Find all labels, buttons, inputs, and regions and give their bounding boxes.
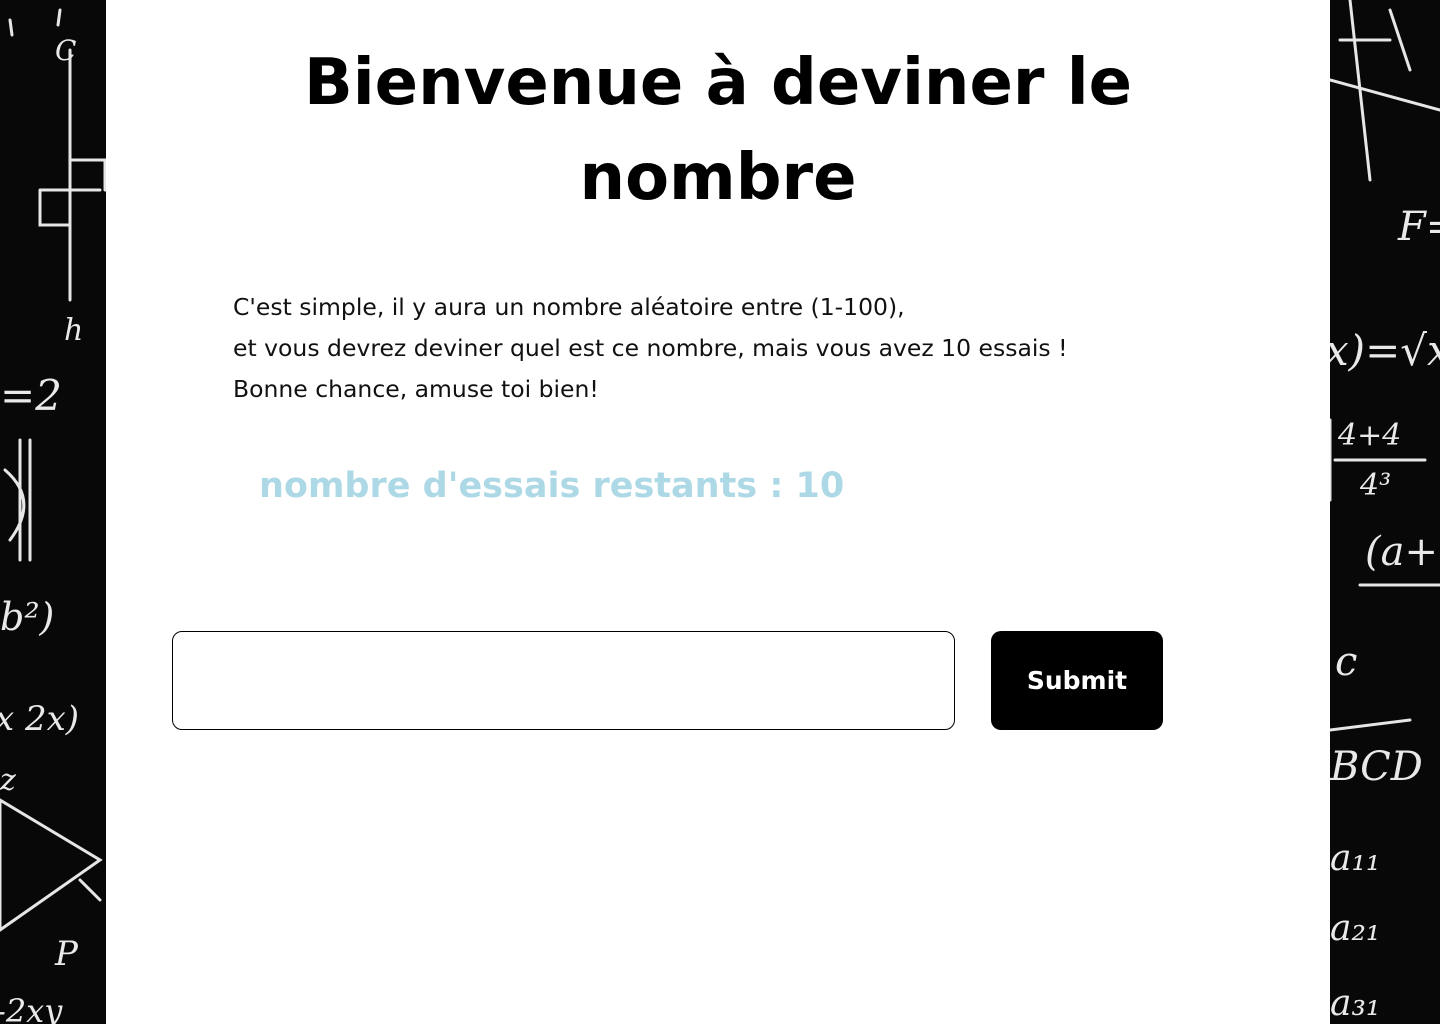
left-formula: x 2x)	[0, 699, 79, 739]
left-formula: C	[55, 34, 76, 67]
right-formula: a₁₁	[1330, 838, 1380, 879]
left-formula: h	[64, 313, 83, 348]
right-formula: c	[1335, 639, 1357, 685]
submit-button[interactable]: Submit	[991, 631, 1163, 730]
page-title-line: Bienvenue à deviner le	[303, 46, 1133, 120]
page-title-line: nombre	[579, 141, 857, 215]
left-formula: b²)	[0, 595, 54, 639]
remaining-attempts-label: nombre d'essais restants : 10	[259, 466, 845, 506]
left-formula: z	[0, 763, 16, 798]
right-formula: x)=√x	[1330, 326, 1440, 375]
game-panel: Bienvenue à deviner le nombre C'est simp…	[106, 0, 1330, 1024]
guess-input[interactable]	[172, 631, 955, 730]
left-formula: -2xy	[0, 992, 63, 1024]
chalkboard-left-decoration: C h =2 b²) x 2x) z P -2xy	[0, 0, 106, 1024]
right-formula: a₂₁	[1330, 908, 1380, 949]
left-formula: =2	[0, 371, 62, 420]
instructions-line: Bonne chance, amuse toi bien!	[233, 375, 599, 403]
left-formula: P	[54, 934, 79, 974]
page-title: Bienvenue à deviner le nombre	[106, 36, 1330, 226]
right-formula: 4+4	[1337, 418, 1401, 453]
instructions-line: et vous devrez deviner quel est ce nombr…	[233, 334, 1068, 362]
right-formula: a₃₁	[1330, 983, 1380, 1024]
chalkboard-right-decoration: F= x)=√x 4+4 4³ (a+ c BCD a₁₁ a₂₁ a₃₁	[1330, 0, 1440, 1024]
right-formula: 4³	[1359, 468, 1391, 503]
right-formula: BCD	[1330, 744, 1423, 790]
game-instructions: C'est simple, il y aura un nombre aléato…	[233, 287, 1233, 410]
right-formula: F=	[1397, 204, 1440, 250]
instructions-line: C'est simple, il y aura un nombre aléato…	[233, 293, 905, 321]
right-formula: (a+	[1365, 529, 1438, 575]
